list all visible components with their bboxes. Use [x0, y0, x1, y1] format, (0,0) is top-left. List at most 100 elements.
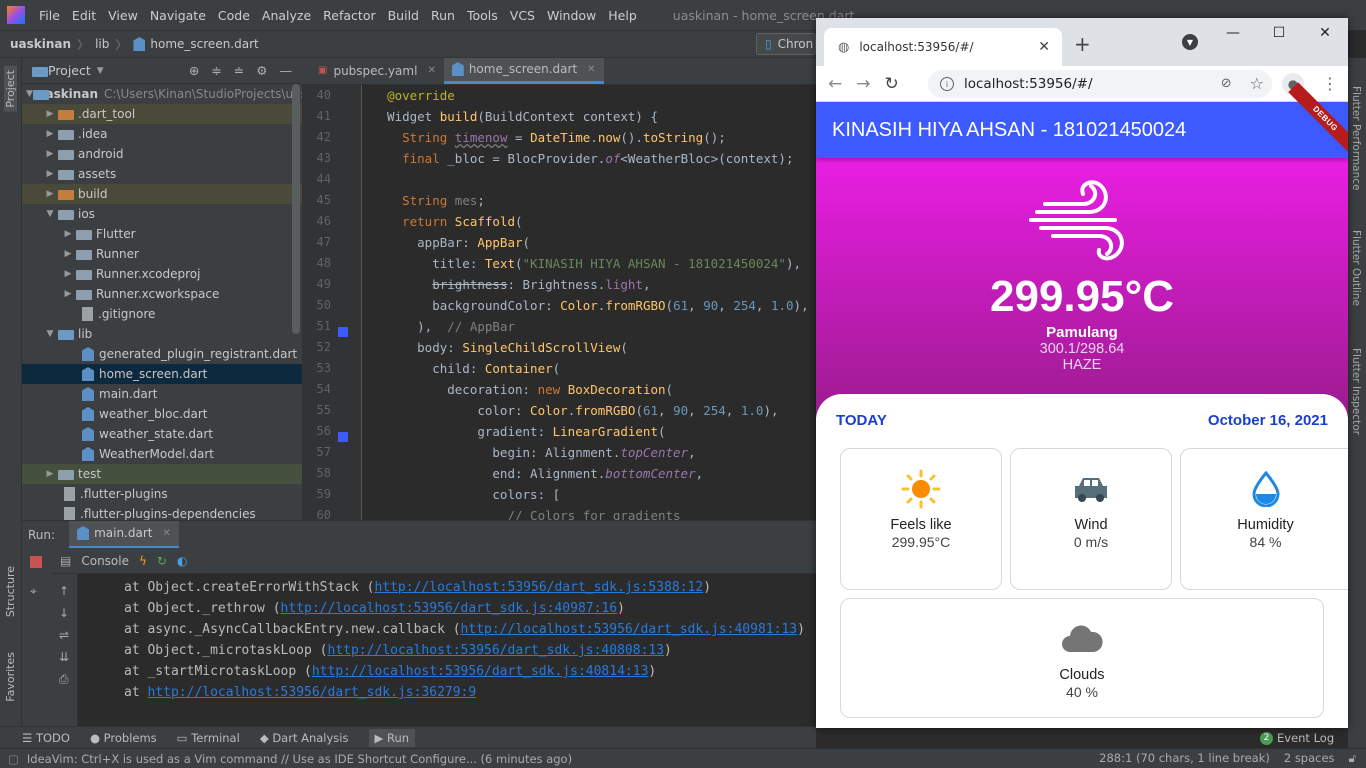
- close-icon[interactable]: ✕: [1038, 39, 1050, 55]
- console-link[interactable]: http://localhost:53956/dart_sdk.js:40981…: [461, 622, 798, 637]
- flutter-outline-tab[interactable]: Flutter Outline: [1350, 230, 1362, 306]
- project-scrollbar[interactable]: [292, 84, 300, 334]
- menu-help[interactable]: Help: [602, 8, 643, 23]
- chevron-down-icon[interactable]: ▼: [97, 66, 104, 76]
- menu-view[interactable]: View: [102, 8, 144, 23]
- tree-item[interactable]: main.dart: [22, 384, 302, 404]
- menu-analyze[interactable]: Analyze: [256, 8, 317, 23]
- project-panel-title[interactable]: Project: [48, 63, 91, 78]
- stop-icon[interactable]: [30, 556, 42, 568]
- menu-run[interactable]: Run: [425, 8, 461, 23]
- console-link[interactable]: http://localhost:53956/dart_sdk.js:40814…: [312, 664, 649, 679]
- tree-root[interactable]: ▼ uaskinan C:\Users\Kinan\StudioProjects\u…: [22, 84, 302, 104]
- structure-side-tab[interactable]: Structure: [4, 566, 17, 617]
- code-area[interactable]: @override Widget build(BuildContext cont…: [372, 85, 816, 520]
- info-icon[interactable]: i: [940, 77, 954, 91]
- tree-item[interactable]: ▶ build: [22, 184, 302, 204]
- close-icon[interactable]: ✕: [587, 64, 595, 75]
- console-link[interactable]: http://localhost:53956/dart_sdk.js:40808…: [328, 643, 665, 658]
- console-output[interactable]: at Object.createErrorWithStack (http://l…: [78, 574, 816, 728]
- cookie-blocked-icon[interactable]: ⊘: [1221, 76, 1232, 91]
- tree-item[interactable]: .gitignore: [22, 304, 302, 324]
- tree-item[interactable]: generated_plugin_registrant.dart: [22, 344, 302, 364]
- print-icon[interactable]: ⎙: [59, 672, 77, 687]
- expand-all-icon[interactable]: ≑: [211, 63, 221, 78]
- console-link[interactable]: http://localhost:53956/dart_sdk.js:36279…: [147, 685, 476, 700]
- menu-navigate[interactable]: Navigate: [144, 8, 212, 23]
- tree-item[interactable]: ▶ .dart_tool: [22, 104, 302, 124]
- menu-build[interactable]: Build: [382, 8, 425, 23]
- flutter-performance-tab[interactable]: Flutter Performance: [1350, 86, 1362, 191]
- tree-item[interactable]: ▶ test: [22, 464, 302, 484]
- event-log-button[interactable]: 2 Event Log: [1260, 728, 1348, 748]
- minimize-icon[interactable]: —: [280, 63, 293, 78]
- tab-dart-analysis[interactable]: ◆ Dart Analysis: [260, 731, 349, 745]
- tree-item[interactable]: .flutter-plugins: [22, 484, 302, 504]
- menu-code[interactable]: Code: [212, 8, 256, 23]
- run-tab-main[interactable]: main.dart ✕: [69, 520, 179, 549]
- tab-search-icon[interactable]: ▼: [1182, 34, 1198, 50]
- menu-edit[interactable]: Edit: [66, 8, 102, 23]
- tree-item-selected[interactable]: home_screen.dart: [22, 364, 302, 384]
- tree-item[interactable]: weather_state.dart: [22, 424, 302, 444]
- close-icon[interactable]: ✕: [427, 65, 435, 76]
- arrow-down-icon[interactable]: ↓: [59, 606, 77, 620]
- pin-icon[interactable]: ⌖: [30, 584, 52, 599]
- tree-item[interactable]: ▶ Runner.xcworkspace: [22, 284, 302, 304]
- console-link[interactable]: http://localhost:53956/dart_sdk.js:40987…: [281, 601, 618, 616]
- back-icon[interactable]: ←: [828, 74, 842, 94]
- tab-home-screen[interactable]: home_screen.dart ✕: [443, 58, 604, 84]
- browser-tab[interactable]: ◍ localhost:53956/#/ ✕: [824, 28, 1062, 66]
- menu-tools[interactable]: Tools: [461, 8, 504, 23]
- console-link[interactable]: http://localhost:53956/dart_sdk.js:5388:…: [374, 580, 703, 595]
- soft-wrap-icon[interactable]: ⇌: [59, 628, 77, 642]
- menu-vcs[interactable]: VCS: [504, 8, 541, 23]
- tab-todo[interactable]: ☰ TODO: [22, 731, 70, 745]
- collapse-all-icon[interactable]: ≐: [234, 63, 244, 78]
- forward-icon[interactable]: →: [856, 74, 870, 94]
- devtools-icon[interactable]: ◐: [177, 554, 187, 568]
- reload-icon[interactable]: ↻: [885, 74, 899, 94]
- tree-item[interactable]: ▶ Runner.xcodeproj: [22, 264, 302, 284]
- menu-file[interactable]: File: [33, 8, 66, 23]
- tab-problems[interactable]: ● Problems: [90, 731, 157, 745]
- tree-item[interactable]: .flutter-plugins-dependencies: [22, 504, 302, 520]
- caret-position[interactable]: 288:1 (70 chars, 1 line break): [1099, 751, 1270, 766]
- run-configuration-selector[interactable]: ▯ Chron: [756, 33, 816, 55]
- hot-restart-icon[interactable]: ↻: [157, 554, 167, 568]
- status-message[interactable]: IdeaVim: Ctrl+X is used as a Vim command…: [27, 752, 572, 766]
- maximize-window-icon[interactable]: ☐: [1256, 18, 1302, 48]
- tree-item[interactable]: WeatherModel.dart: [22, 444, 302, 464]
- close-icon[interactable]: ✕: [162, 528, 170, 539]
- more-menu-icon[interactable]: ⋮: [1322, 74, 1338, 93]
- new-tab-button[interactable]: +: [1074, 32, 1091, 56]
- tab-terminal[interactable]: ▭ Terminal: [177, 731, 240, 745]
- tree-item[interactable]: ▶ android: [22, 144, 302, 164]
- tree-item[interactable]: ▶ .idea: [22, 124, 302, 144]
- hot-reload-icon[interactable]: ϟ: [139, 554, 147, 568]
- status-toggle-icon[interactable]: ▢: [8, 752, 19, 766]
- tab-pubspec[interactable]: ▣ pubspec.yaml ✕: [310, 58, 444, 84]
- tree-item[interactable]: ▶ Runner: [22, 244, 302, 264]
- tree-item[interactable]: weather_bloc.dart: [22, 404, 302, 424]
- breadcrumb-file[interactable]: home_screen.dart: [150, 37, 258, 51]
- indent-setting[interactable]: 2 spaces: [1284, 751, 1335, 766]
- lock-icon[interactable]: 🔓︎: [1349, 751, 1356, 766]
- tab-run[interactable]: ▶ Run: [368, 728, 416, 747]
- console-tab[interactable]: Console: [81, 554, 129, 568]
- menu-window[interactable]: Window: [541, 8, 602, 23]
- favorites-side-tab[interactable]: Favorites: [4, 652, 17, 702]
- breadcrumb-project[interactable]: uaskinan: [10, 37, 71, 51]
- breadcrumb-folder[interactable]: lib: [95, 37, 109, 51]
- flutter-inspector-tab[interactable]: Flutter Inspector: [1350, 348, 1362, 435]
- gear-icon[interactable]: ⚙: [256, 63, 267, 78]
- minimize-window-icon[interactable]: —: [1210, 18, 1256, 48]
- menu-refactor[interactable]: Refactor: [317, 8, 381, 23]
- tree-item[interactable]: ▼ lib: [22, 324, 302, 344]
- star-icon[interactable]: ☆: [1250, 74, 1264, 93]
- arrow-up-icon[interactable]: ↑: [59, 584, 77, 598]
- project-side-tab[interactable]: Project: [4, 66, 17, 112]
- tree-item[interactable]: ▶ assets: [22, 164, 302, 184]
- locate-icon[interactable]: ⊕: [189, 63, 199, 78]
- scroll-to-end-icon[interactable]: ⇊: [59, 650, 77, 664]
